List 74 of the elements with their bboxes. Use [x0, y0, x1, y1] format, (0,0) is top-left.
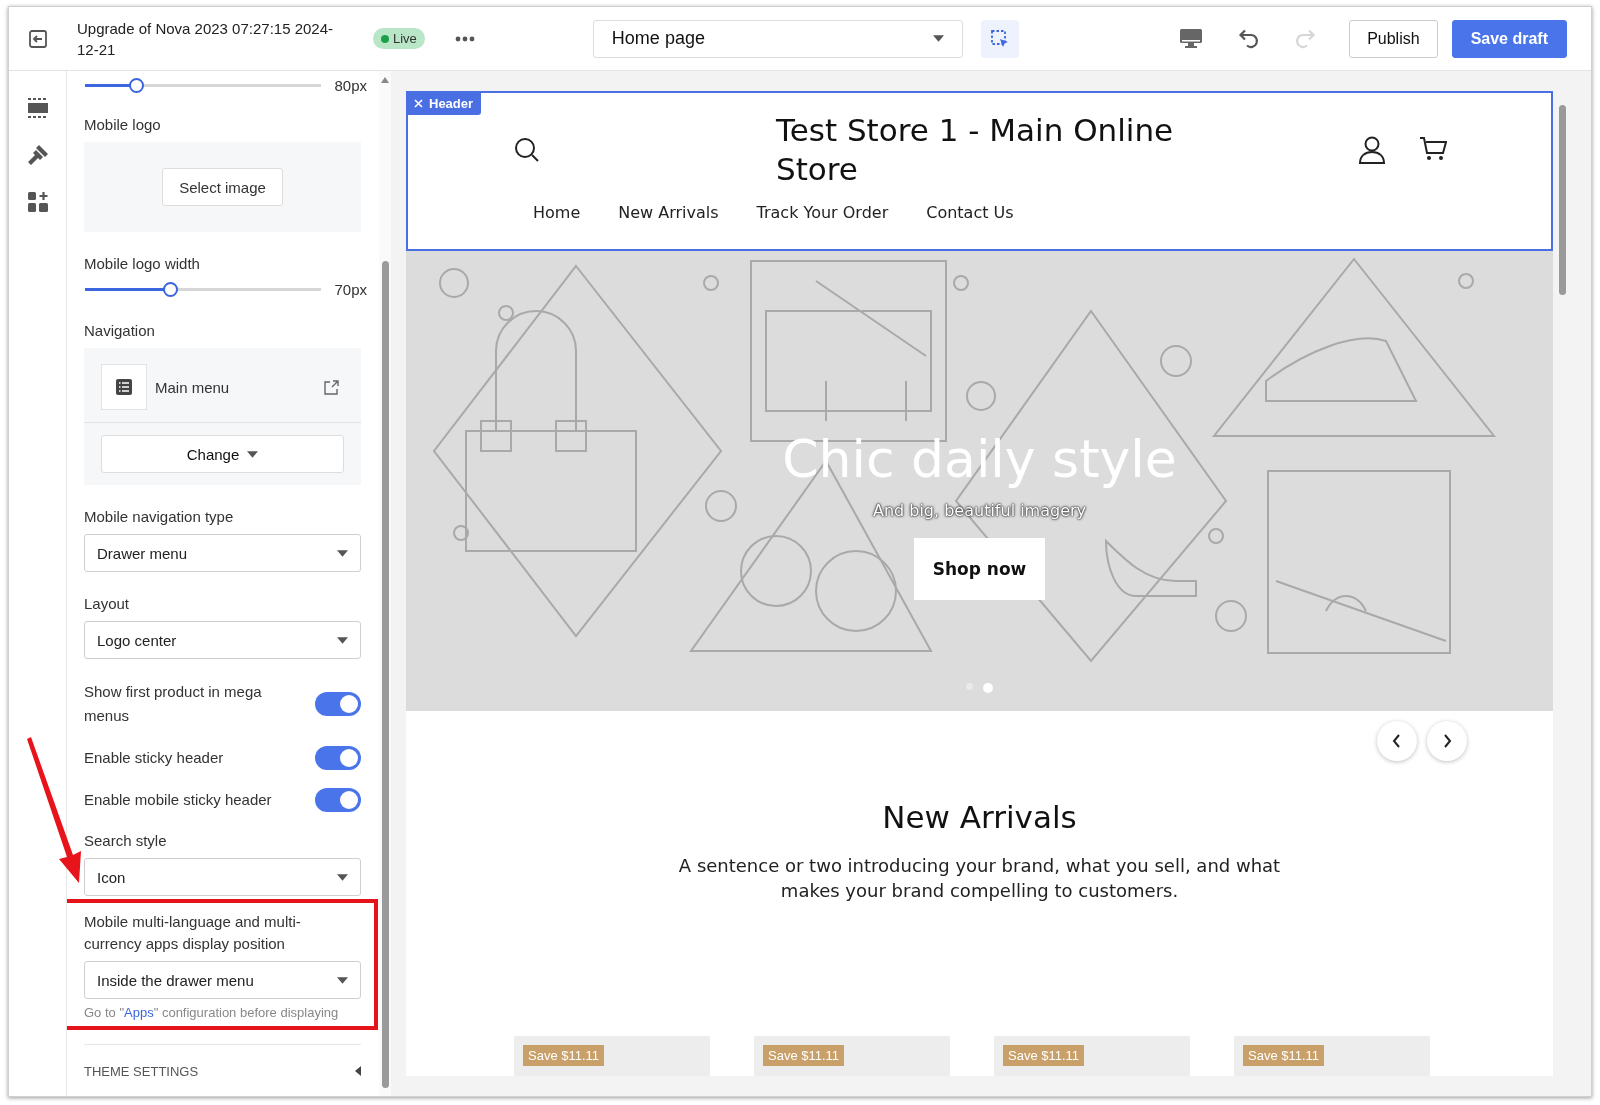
setting-label: Mobile logo width: [84, 254, 201, 274]
slider-track[interactable]: [85, 282, 321, 297]
previous-button[interactable]: [1377, 721, 1417, 761]
sale-badge: Save $11.11: [523, 1045, 605, 1066]
select-image-button[interactable]: Select image: [162, 168, 283, 206]
external-link-icon[interactable]: [324, 379, 339, 395]
store-name: Test Store 1 - Main Online Store: [776, 111, 1175, 189]
caret-icon: [337, 636, 348, 644]
more-icon[interactable]: [454, 35, 475, 42]
apps-link[interactable]: Apps: [124, 1005, 154, 1020]
menu-name: Main menu: [155, 378, 231, 396]
collection-title: New Arrivals: [882, 799, 1077, 835]
account-icon[interactable]: [1359, 136, 1385, 164]
search-icon[interactable]: [514, 137, 540, 163]
sections-icon[interactable]: [26, 97, 49, 119]
toggle-switch[interactable]: [315, 692, 361, 716]
hero-subtitle: And big, beautiful imagery: [872, 501, 1087, 520]
section-tag[interactable]: Header: [407, 92, 482, 115]
scrollbar-thumb[interactable]: [382, 261, 389, 1088]
slider-track[interactable]: [85, 78, 321, 93]
slider-value: 80px: [333, 77, 367, 94]
setting-label: Mobile logo: [84, 115, 162, 135]
change-button[interactable]: Change: [101, 435, 344, 473]
toggle-switch[interactable]: [315, 746, 361, 770]
slide-dot[interactable]: [983, 683, 993, 693]
setting-label: Navigation: [84, 321, 156, 341]
nav-link[interactable]: Contact Us: [926, 203, 1014, 222]
selection-cursor-icon: [989, 28, 1010, 49]
scroll-up-icon[interactable]: [381, 77, 389, 83]
page-select[interactable]: Home page: [592, 19, 963, 58]
publish-button[interactable]: Publish: [1349, 19, 1438, 58]
select-tool-button[interactable]: [980, 19, 1019, 58]
setting-label: Show first product in mega menus: [84, 682, 263, 726]
cart-icon[interactable]: [1419, 136, 1447, 162]
caret-icon: [337, 873, 348, 881]
nav-link[interactable]: New Arrivals: [618, 203, 719, 222]
shop-now-button[interactable]: Shop now: [913, 538, 1046, 600]
nav-link[interactable]: Track Your Order: [756, 203, 889, 222]
close-icon[interactable]: [414, 99, 423, 108]
setting-label: Enable sticky header: [84, 748, 225, 768]
setting-label: Enable mobile sticky header: [84, 790, 273, 810]
dropdown-select[interactable]: Logo center: [84, 621, 361, 659]
collection-description: A sentence or two introducing your brand, what you sell, and what makes your brand compelling to customers.: [677, 854, 1282, 903]
slider-thumb[interactable]: [129, 78, 145, 93]
status-badge: Live: [373, 28, 425, 49]
scrollbar-thumb[interactable]: [1559, 105, 1566, 295]
theme-title: Upgrade of Nova 2023 07:27:15 2024-12-21: [77, 18, 335, 60]
setting-label: Search style: [84, 831, 168, 851]
add-block-icon[interactable]: [26, 191, 49, 213]
desktop-icon[interactable]: [1179, 27, 1204, 50]
caret-icon: [337, 976, 348, 984]
setting-label: Mobile navigation type: [84, 507, 235, 527]
caret-icon: [337, 549, 348, 557]
next-button[interactable]: [1427, 721, 1467, 761]
slider-thumb[interactable]: [162, 282, 178, 297]
slider-value: 70px: [333, 281, 367, 298]
theme-settings-row[interactable]: THEME SETTINGS: [84, 1044, 361, 1096]
save-draft-button[interactable]: Save draft: [1451, 19, 1567, 58]
sale-badge: Save $11.11: [1243, 1045, 1325, 1066]
menu-list-icon: [101, 364, 147, 410]
setting-label: Layout: [84, 594, 131, 614]
dropdown-select[interactable]: Inside the drawer menu: [84, 961, 361, 999]
sale-badge: Save $11.11: [1003, 1045, 1085, 1066]
caret-icon: [932, 35, 944, 42]
setting-label: Mobile multi-language and multi-currency apps display position: [84, 912, 302, 954]
caret-icon: [247, 450, 259, 458]
dropdown-select[interactable]: Icon: [84, 858, 361, 896]
exit-icon[interactable]: [27, 27, 49, 50]
sale-badge: Save $11.11: [763, 1045, 845, 1066]
dropdown-select[interactable]: Drawer menu: [84, 534, 361, 572]
nav-link[interactable]: Home: [533, 203, 581, 222]
caret-icon: [355, 1066, 361, 1076]
toggle-switch[interactable]: [315, 788, 361, 812]
hint-text: Go to "Apps" configuration before displaying: [84, 1005, 340, 1020]
